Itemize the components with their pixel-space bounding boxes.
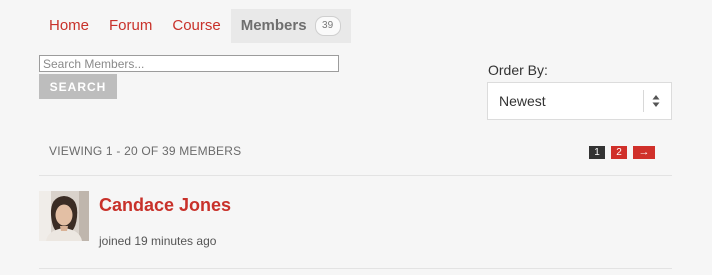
next-page-arrow-link[interactable]: →	[633, 146, 655, 159]
member-name-link[interactable]: Candace Jones	[99, 195, 231, 216]
page-2-link[interactable]: 2	[611, 146, 627, 159]
tab-members-label: Members	[240, 17, 307, 34]
tab-course[interactable]: Course	[162, 9, 230, 43]
page-1-current: 1	[589, 146, 605, 159]
tab-home[interactable]: Home	[39, 9, 99, 43]
viewing-count-text: VIEWING 1 - 20 OF 39 MEMBERS	[49, 144, 242, 158]
list-top-divider	[39, 175, 672, 176]
up-down-arrows-icon	[652, 95, 660, 107]
member-avatar-photo	[39, 191, 89, 241]
members-count-badge: 39	[314, 16, 341, 36]
members-nav-tabs: Home Forum Course Members 39	[39, 9, 351, 43]
order-by-label: Order By:	[488, 62, 548, 78]
search-button[interactable]: SEARCH	[39, 74, 117, 99]
list-item-divider	[39, 268, 672, 269]
pagination: 1 2 →	[589, 146, 655, 159]
order-by-selected-value: Newest	[499, 93, 546, 109]
order-by-select[interactable]: Newest	[487, 82, 672, 120]
tab-members[interactable]: Members 39	[230, 9, 351, 43]
member-joined-time: joined 19 minutes ago	[99, 234, 217, 248]
select-divider	[643, 90, 644, 112]
tab-forum[interactable]: Forum	[99, 9, 162, 43]
member-avatar[interactable]	[39, 191, 89, 241]
search-members-input[interactable]	[39, 55, 339, 72]
